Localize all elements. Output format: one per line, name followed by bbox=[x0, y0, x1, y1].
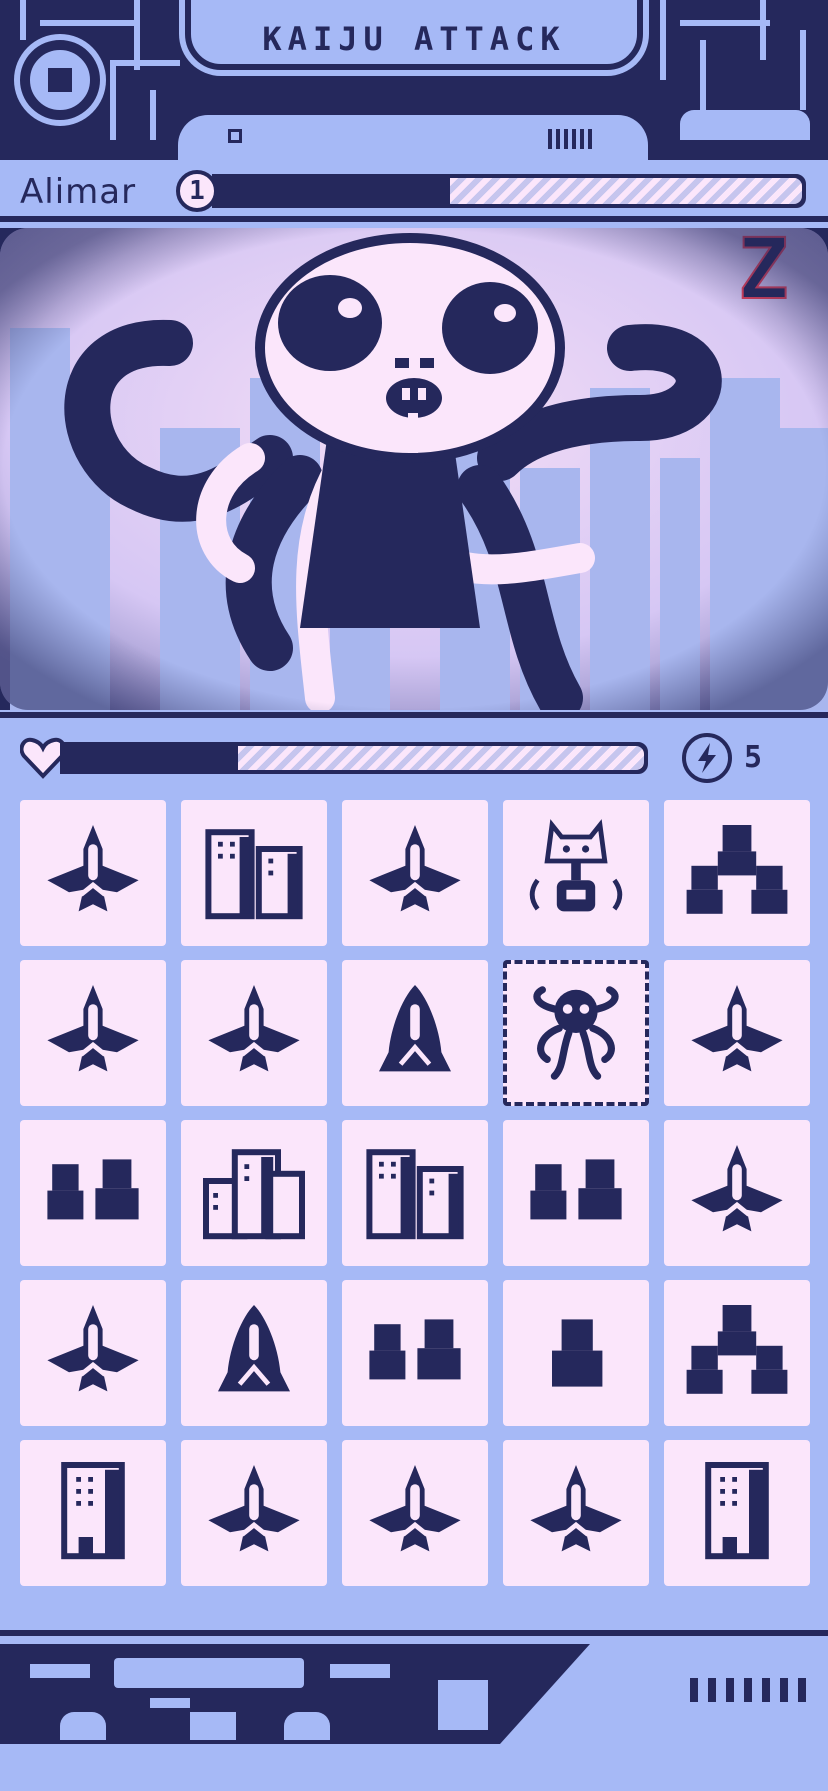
rocket-icon bbox=[379, 985, 451, 1072]
tile-city-block[interactable] bbox=[181, 1120, 327, 1266]
city-block-icon bbox=[203, 1149, 305, 1240]
tile-buildings[interactable] bbox=[342, 1120, 488, 1266]
tile-building[interactable] bbox=[664, 1440, 810, 1586]
jet-icon bbox=[208, 985, 300, 1072]
people-group-icon bbox=[686, 1305, 788, 1394]
robot-cat-icon bbox=[529, 819, 623, 912]
tile-people-pair[interactable] bbox=[503, 1120, 649, 1266]
jet-icon bbox=[47, 985, 139, 1072]
tile-octopus-kaiju[interactable] bbox=[503, 960, 649, 1106]
building-icon bbox=[705, 1462, 769, 1560]
tile-people-pair[interactable] bbox=[342, 1280, 488, 1426]
footer bbox=[0, 1630, 828, 1791]
people-pair-icon bbox=[530, 1159, 622, 1220]
console-vent-icon bbox=[548, 129, 596, 149]
person-icon bbox=[552, 1319, 603, 1387]
tile-people-group[interactable] bbox=[664, 1280, 810, 1426]
gear-icon bbox=[20, 40, 100, 120]
people-pair-icon bbox=[47, 1159, 139, 1220]
energy-icon bbox=[682, 733, 732, 783]
buildings-icon bbox=[205, 829, 303, 920]
game-title: KAIJU ATTACK bbox=[262, 20, 566, 58]
footer-vent-icon bbox=[690, 1678, 810, 1702]
people-group-icon bbox=[686, 825, 788, 914]
jet-icon bbox=[530, 1465, 622, 1552]
tile-rocket[interactable] bbox=[181, 1280, 327, 1426]
tile-jet[interactable] bbox=[503, 1440, 649, 1586]
tile-jet[interactable] bbox=[664, 960, 810, 1106]
health-bar bbox=[60, 742, 648, 774]
xp-bar-empty bbox=[450, 178, 802, 204]
tile-jet[interactable] bbox=[181, 960, 327, 1106]
jet-icon bbox=[47, 825, 139, 912]
stats-bar: 5 bbox=[0, 712, 828, 792]
building-icon bbox=[61, 1462, 125, 1560]
tile-jet[interactable] bbox=[20, 1280, 166, 1426]
jet-icon bbox=[208, 1465, 300, 1552]
tile-robot-cat[interactable] bbox=[503, 800, 649, 946]
console-light-icon bbox=[228, 129, 242, 143]
header: KAIJU ATTACK bbox=[0, 0, 828, 160]
tile-jet[interactable] bbox=[664, 1120, 810, 1266]
jet-icon bbox=[369, 1465, 461, 1552]
jet-icon bbox=[691, 1145, 783, 1232]
tile-jet[interactable] bbox=[20, 960, 166, 1106]
octopus-kaiju-icon bbox=[533, 986, 619, 1080]
energy-count: 5 bbox=[744, 740, 763, 775]
buildings-icon bbox=[366, 1149, 464, 1240]
tile-people-group[interactable] bbox=[664, 800, 810, 946]
level-badge: 1 bbox=[176, 170, 218, 212]
rocket-icon bbox=[218, 1305, 290, 1392]
tile-rocket[interactable] bbox=[342, 960, 488, 1106]
tile-jet[interactable] bbox=[181, 1440, 327, 1586]
people-pair-icon bbox=[369, 1319, 461, 1380]
kaiju-scene[interactable]: Z bbox=[0, 228, 828, 710]
tile-person[interactable] bbox=[503, 1280, 649, 1426]
tile-people-pair[interactable] bbox=[20, 1120, 166, 1266]
tile-jet[interactable] bbox=[342, 1440, 488, 1586]
player-bar: Alimar 1 bbox=[0, 160, 828, 222]
tile-jet[interactable] bbox=[342, 800, 488, 946]
jet-icon bbox=[369, 825, 461, 912]
chip-icon bbox=[430, 1672, 496, 1738]
tile-building[interactable] bbox=[20, 1440, 166, 1586]
tile-buildings[interactable] bbox=[181, 800, 327, 946]
xp-bar bbox=[212, 174, 806, 208]
tile-jet[interactable] bbox=[20, 800, 166, 946]
jet-icon bbox=[47, 1305, 139, 1392]
scene-illustration: Z bbox=[0, 228, 828, 710]
health-bar-empty bbox=[238, 746, 644, 770]
header-console bbox=[178, 115, 648, 160]
jet-icon bbox=[691, 985, 783, 1072]
player-name: Alimar bbox=[20, 172, 137, 212]
title-plate: KAIJU ATTACK bbox=[185, 0, 643, 70]
